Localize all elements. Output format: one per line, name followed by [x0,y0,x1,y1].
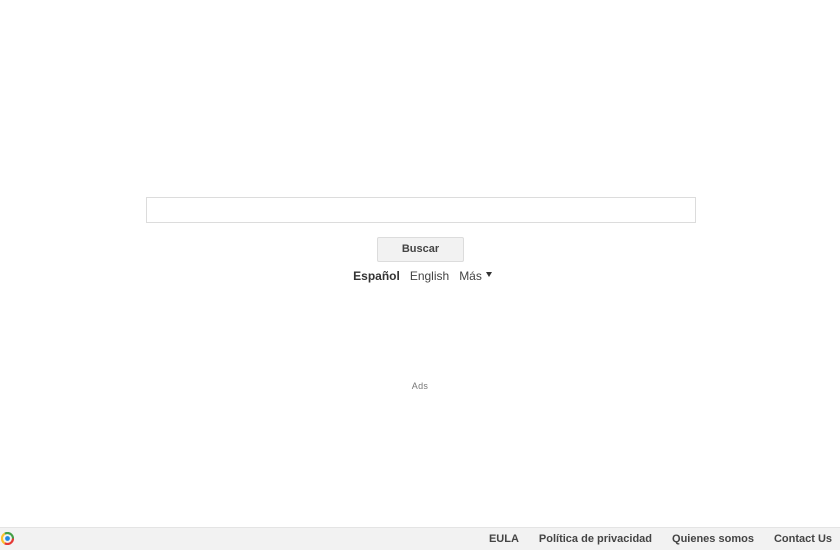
footer-links: EULA Política de privacidad Quienes somo… [469,528,832,550]
footer-link-privacy[interactable]: Política de privacidad [539,533,652,545]
search-input[interactable] [147,198,695,222]
search-page: Buscar Español English Más Ads EULA Polí… [0,0,840,550]
language-espanol[interactable]: Español [353,269,400,283]
ads-label: Ads [411,381,429,391]
footer: EULA Política de privacidad Quienes somo… [0,527,840,550]
footer-link-about[interactable]: Quienes somos [672,533,754,545]
language-selector: Español English Más [0,268,840,284]
search-box [146,197,696,223]
language-english[interactable]: English [410,269,449,283]
more-languages-dropdown[interactable]: Más [459,269,492,283]
caret-down-icon [485,271,492,277]
footer-link-eula[interactable]: EULA [489,533,519,545]
more-languages-label: Más [459,269,482,283]
brand-logo-icon[interactable] [0,531,15,546]
search-button[interactable]: Buscar [377,237,464,262]
footer-link-contact[interactable]: Contact Us [774,533,832,545]
